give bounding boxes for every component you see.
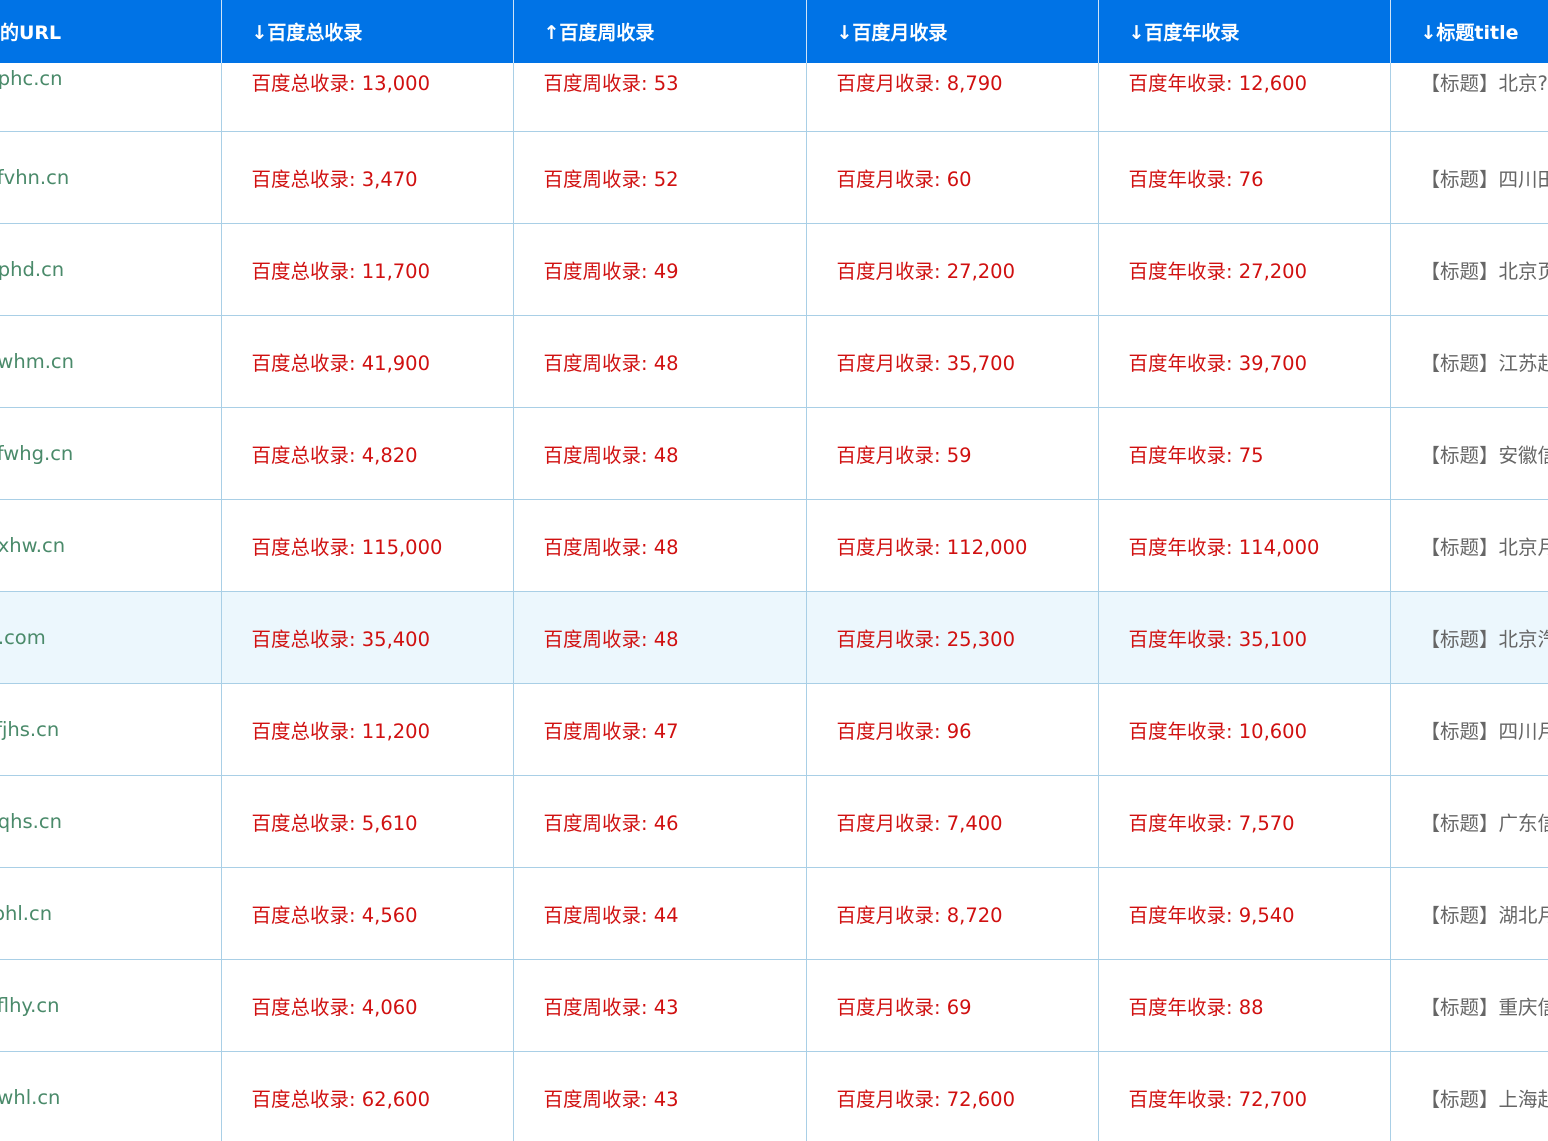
cell-year-index: 百度年收录: 72,700 [1098, 1051, 1391, 1141]
cell-url[interactable]: w.jbugfwhl.cn [0, 1051, 222, 1141]
cell-total-index: 百度总收录: 11,200 [221, 683, 514, 776]
cell-url[interactable]: w.jbqgfphc.cn [0, 63, 222, 132]
cell-month-index: 百度月收录: 25,300 [806, 591, 1099, 684]
table-row[interactable]: w.jbqgfphc.cn百度总收录: 13,000百度周收录: 53百度月收录… [0, 63, 1548, 132]
cell-week-index: 百度周收录: 49 [513, 223, 807, 316]
cell-week-index: 百度周收录: 48 [513, 499, 807, 592]
cell-url[interactable]: w.q0np.com [0, 591, 222, 684]
cell-total-index: 百度总收录: 41,900 [221, 315, 514, 408]
cell-total-index: 百度总收录: 62,600 [221, 1051, 514, 1141]
cell-month-index: 百度月收录: 8,790 [806, 63, 1099, 132]
cell-week-index: 百度周收录: 52 [513, 131, 807, 224]
table-row[interactable]: w.kbbgflhy.cn百度总收录: 4,060百度周收录: 43百度月收录:… [0, 959, 1548, 1052]
cell-total-index: 百度总收录: 4,060 [221, 959, 514, 1052]
cell-url[interactable]: w.kbbgfwhg.cn [0, 407, 222, 500]
column-header-week-index[interactable]: ↑百度周收录 [513, 0, 807, 63]
cell-title: 【标题】广东信 [1390, 775, 1548, 868]
table-row[interactable]: w.jbugfwhl.cn百度总收录: 62,600百度周收录: 43百度月收录… [0, 1051, 1548, 1141]
cell-year-index: 百度年收录: 88 [1098, 959, 1391, 1052]
cell-week-index: 百度周收录: 53 [513, 63, 807, 132]
cell-month-index: 百度月收录: 72,600 [806, 1051, 1099, 1141]
cell-url[interactable]: w.kbcgfjhs.cn [0, 683, 222, 776]
table-row[interactable]: w.kbcgfjhs.cn百度总收录: 11,200百度周收录: 47百度月收录… [0, 683, 1548, 776]
cell-month-index: 百度月收录: 27,200 [806, 223, 1099, 316]
table-row[interactable]: w.q0np.com百度总收录: 35,400百度周收录: 48百度月收录: 2… [0, 591, 1548, 684]
cell-week-index: 百度周收录: 47 [513, 683, 807, 776]
cell-month-index: 百度月收录: 60 [806, 131, 1099, 224]
cell-url[interactable]: w.jbqgfqhs.cn [0, 775, 222, 868]
cell-title: 【标题】四川田 [1390, 131, 1548, 224]
cell-month-index: 百度月收录: 112,000 [806, 499, 1099, 592]
cell-url[interactable]: w.jbqgfphd.cn [0, 223, 222, 316]
cell-title: 【标题】安徽信 [1390, 407, 1548, 500]
cell-week-index: 百度周收录: 48 [513, 407, 807, 500]
cell-year-index: 百度年收录: 114,000 [1098, 499, 1391, 592]
table-header: 的URL ↓百度总收录 ↑百度周收录 ↓百度月收录 ↓百度年收录 ↓标题titl… [0, 0, 1548, 63]
cell-total-index: 百度总收录: 3,470 [221, 131, 514, 224]
cell-month-index: 百度月收录: 69 [806, 959, 1099, 1052]
cell-year-index: 百度年收录: 10,600 [1098, 683, 1391, 776]
cell-month-index: 百度月收录: 35,700 [806, 315, 1099, 408]
cell-year-index: 百度年收录: 76 [1098, 131, 1391, 224]
cell-url[interactable]: w.kbbgfvhn.cn [0, 131, 222, 224]
column-header-url[interactable]: 的URL [0, 0, 222, 63]
cell-week-index: 百度周收录: 44 [513, 867, 807, 960]
table-row[interactable]: w.kbbgfvhn.cn百度总收录: 3,470百度周收录: 52百度月收录:… [0, 131, 1548, 224]
cell-title: 【标题】重庆信 [1390, 959, 1548, 1052]
cell-year-index: 百度年收录: 7,570 [1098, 775, 1391, 868]
cell-title: 【标题】北京月 [1390, 499, 1548, 592]
column-header-total-index[interactable]: ↓百度总收录 [221, 0, 514, 63]
cell-year-index: 百度年收录: 12,600 [1098, 63, 1391, 132]
column-header-year-index[interactable]: ↓百度年收录 [1098, 0, 1391, 63]
column-header-title[interactable]: ↓标题title [1390, 0, 1548, 63]
table-row[interactable]: w.jbugfxhw.cn百度总收录: 115,000百度周收录: 48百度月收… [0, 499, 1548, 592]
cell-total-index: 百度总收录: 11,700 [221, 223, 514, 316]
cell-total-index: 百度总收录: 5,610 [221, 775, 514, 868]
cell-title: 【标题】上海起 [1390, 1051, 1548, 1141]
cell-title: 【标题】湖北月 [1390, 867, 1548, 960]
cell-title: 【标题】江苏起 [1390, 315, 1548, 408]
cell-title: 【标题】北京汽 [1390, 591, 1548, 684]
cell-week-index: 百度周收录: 48 [513, 591, 807, 684]
table-body: w.jbqgfphc.cn百度总收录: 13,000百度周收录: 53百度月收录… [0, 63, 1548, 1141]
cell-total-index: 百度总收录: 35,400 [221, 591, 514, 684]
cell-total-index: 百度总收录: 4,820 [221, 407, 514, 500]
table-row[interactable]: w.jbqgfqhs.cn百度总收录: 5,610百度周收录: 46百度月收录:… [0, 775, 1548, 868]
table-row[interactable]: w.kbbgfwhg.cn百度总收录: 4,820百度周收录: 48百度月收录:… [0, 407, 1548, 500]
table-viewport: 的URL ↓百度总收录 ↑百度周收录 ↓百度月收录 ↓百度年收录 ↓标题titl… [0, 0, 1548, 1141]
cell-url[interactable]: w.jbrgfohl.cn [0, 867, 222, 960]
cell-year-index: 百度年收录: 35,100 [1098, 591, 1391, 684]
cell-url[interactable]: w.jbugfxhw.cn [0, 499, 222, 592]
baidu-index-table: 的URL ↓百度总收录 ↑百度周收录 ↓百度月收录 ↓百度年收录 ↓标题titl… [0, 0, 1548, 1141]
cell-week-index: 百度周收录: 48 [513, 315, 807, 408]
cell-year-index: 百度年收录: 39,700 [1098, 315, 1391, 408]
cell-month-index: 百度月收录: 8,720 [806, 867, 1099, 960]
cell-total-index: 百度总收录: 4,560 [221, 867, 514, 960]
cell-year-index: 百度年收录: 27,200 [1098, 223, 1391, 316]
cell-total-index: 百度总收录: 13,000 [221, 63, 514, 132]
cell-week-index: 百度周收录: 43 [513, 959, 807, 1052]
cell-month-index: 百度月收录: 96 [806, 683, 1099, 776]
cell-year-index: 百度年收录: 9,540 [1098, 867, 1391, 960]
cell-title: 【标题】北京页 [1390, 223, 1548, 316]
cell-month-index: 百度月收录: 7,400 [806, 775, 1099, 868]
column-header-month-index[interactable]: ↓百度月收录 [806, 0, 1099, 63]
cell-url[interactable]: w.jbugfwhm.cn [0, 315, 222, 408]
cell-title: 【标题】北京? [1390, 63, 1548, 132]
cell-title: 【标题】四川月 [1390, 683, 1548, 776]
cell-total-index: 百度总收录: 115,000 [221, 499, 514, 592]
cell-url[interactable]: w.kbbgflhy.cn [0, 959, 222, 1052]
cell-year-index: 百度年收录: 75 [1098, 407, 1391, 500]
table-row[interactable]: w.jbugfwhm.cn百度总收录: 41,900百度周收录: 48百度月收录… [0, 315, 1548, 408]
cell-month-index: 百度月收录: 59 [806, 407, 1099, 500]
table-row[interactable]: w.jbrgfohl.cn百度总收录: 4,560百度周收录: 44百度月收录:… [0, 867, 1548, 960]
cell-week-index: 百度周收录: 43 [513, 1051, 807, 1141]
table-row[interactable]: w.jbqgfphd.cn百度总收录: 11,700百度周收录: 49百度月收录… [0, 223, 1548, 316]
cell-week-index: 百度周收录: 46 [513, 775, 807, 868]
